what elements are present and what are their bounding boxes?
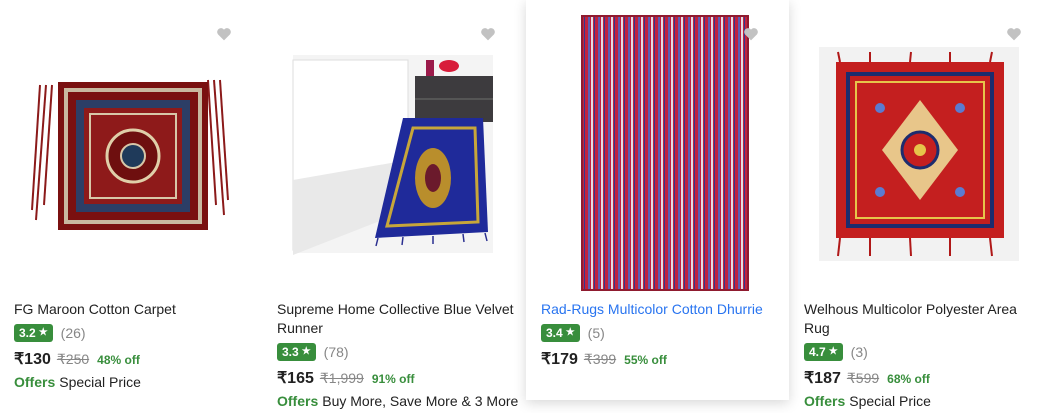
product-card[interactable]: Rad-Rugs Multicolor Cotton Dhurrie 3.4 ★ … bbox=[526, 0, 789, 400]
offers-row: Offers Special Price bbox=[804, 393, 931, 409]
price: ₹165 bbox=[277, 370, 314, 387]
product-card[interactable]: Welhous Multicolor Polyester Area Rug 4.… bbox=[790, 0, 1057, 413]
review-count: (78) bbox=[323, 344, 349, 360]
offers-row: Offers Special Price bbox=[14, 374, 141, 390]
mrp: ₹250 bbox=[56, 351, 90, 367]
rating-row: 3.3 ★ (78) bbox=[277, 343, 349, 361]
wishlist-heart-icon[interactable] bbox=[480, 26, 498, 44]
product-title[interactable]: FG Maroon Cotton Carpet bbox=[14, 300, 176, 319]
discount: 55% off bbox=[624, 353, 667, 367]
star-icon: ★ bbox=[565, 327, 575, 338]
star-icon: ★ bbox=[38, 327, 48, 338]
product-card[interactable]: FG Maroon Cotton Carpet 3.2 ★ (26) ₹130 ₹… bbox=[0, 0, 263, 413]
star-icon: ★ bbox=[301, 346, 311, 357]
price: ₹130 bbox=[14, 351, 51, 368]
star-icon: ★ bbox=[828, 346, 838, 357]
review-count: (5) bbox=[587, 325, 605, 341]
offers-label: Offers bbox=[804, 393, 846, 409]
product-grid: FG Maroon Cotton Carpet 3.2 ★ (26) ₹130 ₹… bbox=[0, 0, 1057, 413]
product-card[interactable]: Supreme Home Collective Blue Velvet Runn… bbox=[263, 0, 526, 413]
review-count: (3) bbox=[850, 344, 868, 360]
price-row: ₹187 ₹599 68% off bbox=[804, 368, 930, 388]
discount: 48% off bbox=[97, 353, 140, 367]
price: ₹179 bbox=[541, 351, 578, 368]
product-title[interactable]: Rad-Rugs Multicolor Cotton Dhurrie bbox=[541, 300, 763, 319]
product-title-line-2: Rug bbox=[804, 320, 830, 336]
mrp: ₹1,999 bbox=[319, 370, 364, 386]
product-title-line-1: Welhous Multicolor Polyester Area bbox=[804, 301, 1017, 317]
rating-badge: 3.4 ★ bbox=[541, 324, 580, 342]
product-title[interactable]: Supreme Home Collective Blue Velvet Runn… bbox=[277, 300, 514, 338]
discount: 68% off bbox=[887, 372, 930, 386]
offers-text: Buy More, Save More & 3 More bbox=[322, 393, 519, 409]
rating-row: 3.2 ★ (26) bbox=[14, 324, 86, 342]
price-row: ₹179 ₹399 55% off bbox=[541, 349, 667, 369]
product-title[interactable]: Welhous Multicolor Polyester Area Rug bbox=[804, 300, 1017, 338]
mrp: ₹599 bbox=[846, 370, 880, 386]
rating-row: 4.7 ★ (3) bbox=[804, 343, 868, 361]
price: ₹187 bbox=[804, 370, 841, 387]
mrp: ₹399 bbox=[583, 351, 617, 367]
offers-text: Special Price bbox=[849, 393, 931, 409]
offers-label: Offers bbox=[14, 374, 56, 390]
product-title-line-1: Supreme Home Collective Blue Velvet bbox=[277, 301, 514, 317]
price-row: ₹130 ₹250 48% off bbox=[14, 349, 140, 369]
wishlist-heart-icon[interactable] bbox=[1006, 26, 1024, 44]
offers-label: Offers bbox=[277, 393, 319, 409]
rating-badge: 3.2 ★ bbox=[14, 324, 53, 342]
rating-badge: 3.3 ★ bbox=[277, 343, 316, 361]
rating-row: 3.4 ★ (5) bbox=[541, 324, 605, 342]
offers-row: Offers Buy More, Save More & 3 More bbox=[277, 393, 518, 409]
rating-badge: 4.7 ★ bbox=[804, 343, 843, 361]
wishlist-heart-icon[interactable] bbox=[216, 26, 234, 44]
price-row: ₹165 ₹1,999 91% off bbox=[277, 368, 415, 388]
review-count: (26) bbox=[60, 325, 86, 341]
product-title-line-2: Runner bbox=[277, 320, 323, 336]
discount: 91% off bbox=[371, 372, 415, 386]
wishlist-heart-icon[interactable] bbox=[743, 26, 761, 44]
offers-text: Special Price bbox=[59, 374, 141, 390]
